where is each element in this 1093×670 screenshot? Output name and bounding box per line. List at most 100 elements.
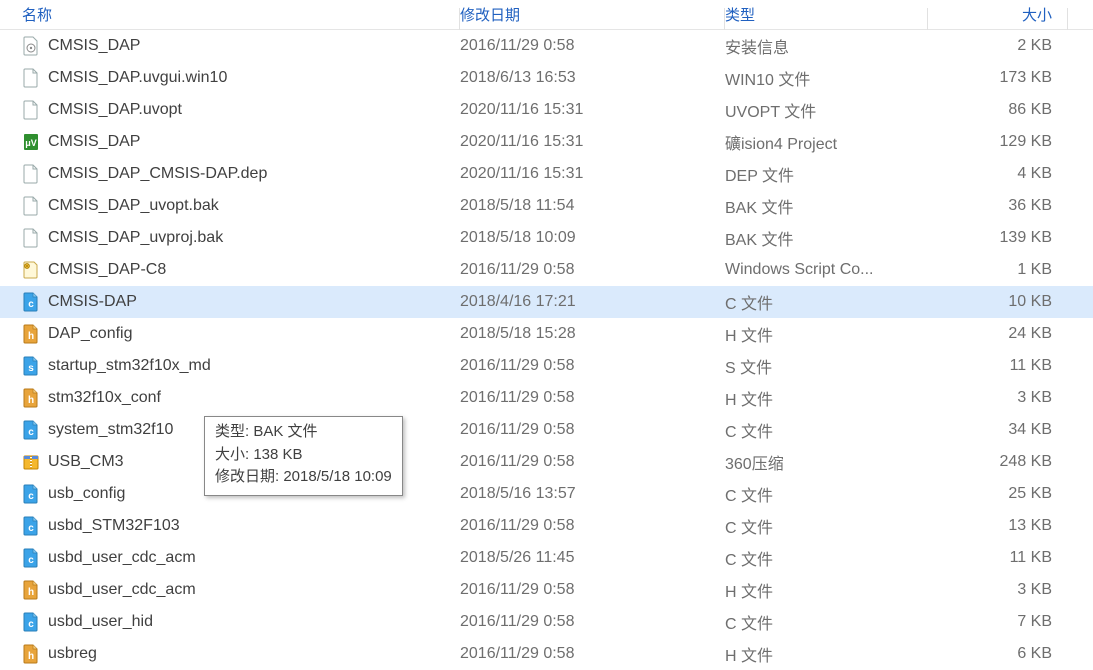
file-row[interactable]: sstartup_stm32f10x_md2016/11/29 0:58S 文件…	[0, 350, 1093, 382]
svg-text:h: h	[28, 651, 34, 662]
blank-file-icon	[22, 196, 40, 216]
svg-text:c: c	[28, 427, 34, 438]
file-size-cell: 11 KB	[928, 549, 1068, 567]
file-size-cell: 25 KB	[928, 485, 1068, 503]
file-row[interactable]: μVCMSIS_DAP2020/11/16 15:31礦ision4 Proje…	[0, 126, 1093, 158]
file-size-cell: 11 KB	[928, 357, 1068, 375]
file-size-cell: 173 KB	[928, 69, 1068, 87]
file-row[interactable]: cusbd_user_cdc_acm2018/5/26 11:45C 文件11 …	[0, 542, 1093, 574]
file-size-cell: 3 KB	[928, 581, 1068, 599]
svg-text:h: h	[28, 395, 34, 406]
file-name-cell: cusbd_user_hid	[22, 612, 460, 632]
file-row[interactable]: CMSIS_DAP_CMSIS-DAP.dep2020/11/16 15:31D…	[0, 158, 1093, 190]
file-name-label: usbd_user_cdc_acm	[48, 581, 196, 599]
column-header-name[interactable]: 名称	[22, 4, 460, 25]
file-date-cell: 2018/5/16 13:57	[460, 485, 725, 503]
file-name-label: CMSIS_DAP.uvgui.win10	[48, 69, 227, 87]
file-row[interactable]: cusbd_user_hid2016/11/29 0:58C 文件7 KB	[0, 606, 1093, 638]
file-name-cell: CMSIS_DAP	[22, 36, 460, 56]
file-name-cell: husbreg	[22, 644, 460, 664]
svg-text:c: c	[28, 491, 34, 502]
file-name-label: DAP_config	[48, 325, 133, 343]
file-row[interactable]: cusb_config2018/5/16 13:57C 文件25 KB	[0, 478, 1093, 510]
file-type-cell: C 文件	[725, 514, 928, 538]
file-row[interactable]: CMSIS_DAP.uvopt2020/11/16 15:31UVOPT 文件8…	[0, 94, 1093, 126]
file-row[interactable]: hDAP_config2018/5/18 15:28H 文件24 KB	[0, 318, 1093, 350]
inf-file-icon	[22, 36, 40, 56]
svg-text:s: s	[28, 363, 34, 374]
column-header-date[interactable]: 修改日期	[460, 4, 725, 25]
file-name-cell: CMSIS_DAP.uvopt	[22, 100, 460, 120]
svg-text:μV: μV	[25, 138, 37, 148]
file-type-cell: Windows Script Co...	[725, 261, 928, 279]
blank-file-icon	[22, 164, 40, 184]
h-file-icon: h	[22, 324, 40, 344]
file-type-cell: H 文件	[725, 322, 928, 346]
file-date-cell: 2020/11/16 15:31	[460, 165, 725, 183]
file-name-label: stm32f10x_conf	[48, 389, 161, 407]
file-row[interactable]: hstm32f10x_conf2016/11/29 0:58H 文件3 KB	[0, 382, 1093, 414]
c-file-icon: c	[22, 420, 40, 440]
file-name-label: CMSIS_DAP.uvopt	[48, 101, 182, 119]
file-row[interactable]: CMSIS_DAP_uvproj.bak2018/5/18 10:09BAK 文…	[0, 222, 1093, 254]
column-header-type[interactable]: 类型	[725, 4, 928, 25]
file-name-cell: h DAP_config	[22, 324, 460, 344]
c-file-icon: c	[22, 612, 40, 632]
h-file-icon: h	[22, 580, 40, 600]
file-name-cell: CMSIS_DAP_CMSIS-DAP.dep	[22, 164, 460, 184]
file-date-cell: 2016/11/29 0:58	[460, 37, 725, 55]
file-name-label: usbd_user_cdc_acm	[48, 549, 196, 567]
file-row[interactable]: csystem_stm32f102016/11/29 0:58C 文件34 KB	[0, 414, 1093, 446]
file-name-label: CMSIS_DAP-C8	[48, 261, 166, 279]
file-name-label: system_stm32f10	[48, 421, 173, 439]
file-name-label: startup_stm32f10x_md	[48, 357, 211, 375]
file-name-label: usbd_STM32F103	[48, 517, 180, 535]
file-row[interactable]: CMSIS_DAP 2016/11/29 0:58安装信息2 KB	[0, 30, 1093, 62]
file-row[interactable]: CMSIS_DAP.uvgui.win102018/6/13 16:53WIN1…	[0, 62, 1093, 94]
file-name-cell: μVCMSIS_DAP	[22, 132, 460, 152]
file-date-cell: 2016/11/29 0:58	[460, 421, 725, 439]
blank-file-icon	[22, 228, 40, 248]
file-date-cell: 2018/5/18 10:09	[460, 229, 725, 247]
file-name-cell: CMSIS_DAP-C8	[22, 260, 460, 280]
file-type-cell: S 文件	[725, 354, 928, 378]
file-name-cell: s startup_stm32f10x_md	[22, 356, 460, 376]
file-row[interactable]: CMSIS_DAP_uvopt.bak2018/5/18 11:54BAK 文件…	[0, 190, 1093, 222]
file-type-cell: BAK 文件	[725, 194, 928, 218]
file-row[interactable]: USB_CM3 2016/11/29 0:58360压缩248 KB	[0, 446, 1093, 478]
svg-text:c: c	[28, 299, 34, 310]
file-name-cell: c usbd_STM32F103	[22, 516, 460, 536]
file-name-cell: h stm32f10x_conf	[22, 388, 460, 408]
file-name-label: USB_CM3	[48, 453, 124, 471]
file-list: CMSIS_DAP2016/11/29 0:58安装信息2 KBCMSIS_DA…	[0, 30, 1093, 670]
file-size-cell: 139 KB	[928, 229, 1068, 247]
file-date-cell: 2016/11/29 0:58	[460, 613, 725, 631]
c-file-icon: c	[22, 548, 40, 568]
file-size-cell: 13 KB	[928, 517, 1068, 535]
svg-text:c: c	[28, 523, 34, 534]
file-date-cell: 2018/4/16 17:21	[460, 293, 725, 311]
file-name-label: CMSIS_DAP	[48, 37, 140, 55]
file-name-cell: cCMSIS-DAP	[22, 292, 460, 312]
file-type-cell: C 文件	[725, 546, 928, 570]
file-date-cell: 2016/11/29 0:58	[460, 453, 725, 471]
file-row[interactable]: husbd_user_cdc_acm2016/11/29 0:58H 文件3 K…	[0, 574, 1093, 606]
file-date-cell: 2016/11/29 0:58	[460, 581, 725, 599]
svg-text:h: h	[28, 331, 34, 342]
tooltip-size: 大小: 138 KB	[215, 444, 392, 467]
script-file-icon	[22, 260, 40, 280]
file-type-cell: 礦ision4 Project	[725, 130, 928, 154]
file-type-cell: 安装信息	[725, 34, 928, 58]
file-row[interactable]: husbreg2016/11/29 0:58H 文件6 KB	[0, 638, 1093, 670]
file-name-label: usb_config	[48, 485, 125, 503]
file-type-cell: C 文件	[725, 290, 928, 314]
file-type-cell: 360压缩	[725, 450, 928, 474]
file-row[interactable]: c usbd_STM32F103 2016/11/29 0:58C 文件13 KB	[0, 510, 1093, 542]
file-row[interactable]: cCMSIS-DAP2018/4/16 17:21C 文件10 KB	[0, 286, 1093, 318]
file-size-cell: 2 KB	[928, 37, 1068, 55]
file-tooltip: 类型: BAK 文件 大小: 138 KB 修改日期: 2018/5/18 10…	[204, 416, 403, 496]
file-row[interactable]: CMSIS_DAP-C82016/11/29 0:58Windows Scrip…	[0, 254, 1093, 286]
column-header-size[interactable]: 大小	[928, 4, 1068, 25]
file-size-cell: 248 KB	[928, 453, 1068, 471]
file-date-cell: 2016/11/29 0:58	[460, 517, 725, 535]
